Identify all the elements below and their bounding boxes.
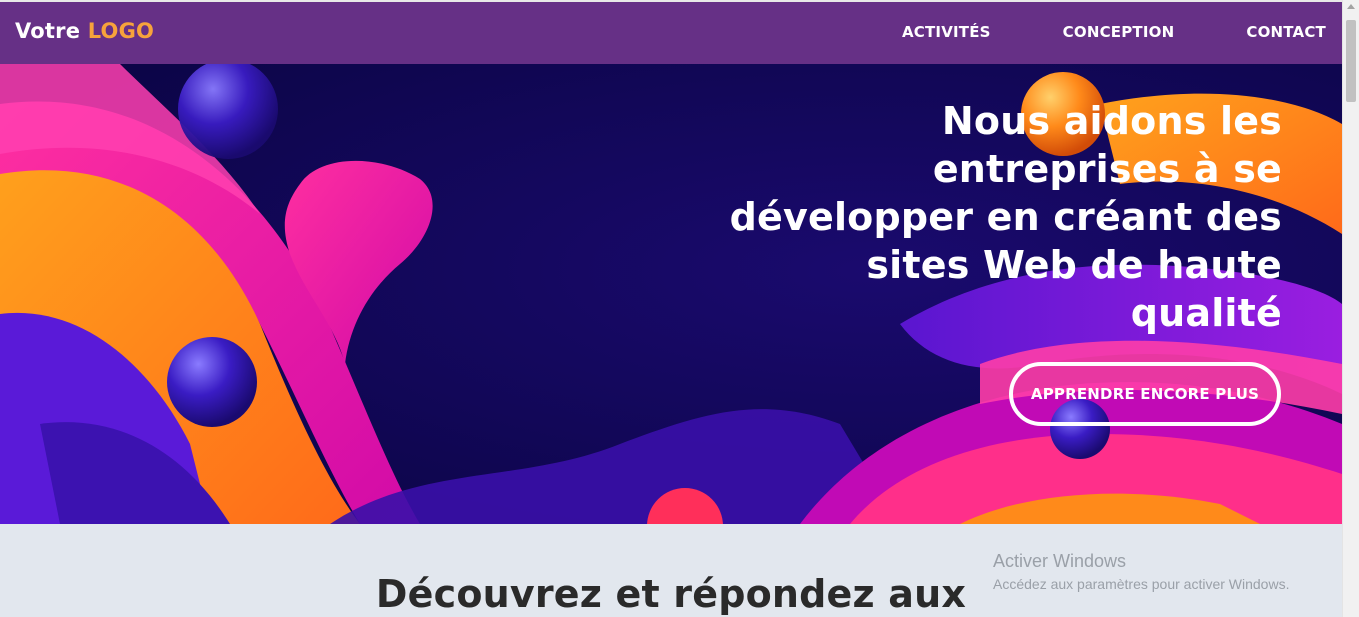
vertical-scrollbar[interactable] [1342,0,1359,617]
nav-link-activites[interactable]: ACTIVITÉS [902,23,991,41]
nav-link-contact[interactable]: CONTACT [1246,23,1326,41]
logo-prefix: Votre [15,19,81,43]
page: Votre LOGO ACTIVITÉS CONCEPTION CONTACT [0,0,1342,617]
watermark-subtitle: Accédez aux paramètres pour activer Wind… [993,576,1290,592]
hero-banner: Nous aidons les entreprises à se dévelop… [0,64,1342,524]
windows-activation-watermark: Activer Windows Accédez aux paramètres p… [993,551,1289,592]
watermark-title: Activer Windows [993,551,1127,571]
scroll-up-arrow-icon[interactable] [1347,4,1355,9]
scrollbar-thumb[interactable] [1346,20,1356,102]
hero-headline: Nous aidons les entreprises à se dévelop… [729,99,1282,335]
intro-section: Découvrez et répondez aux Activer Window… [0,524,1342,617]
logo-accent: LOGO [87,19,155,43]
top-navigation-bar: Votre LOGO ACTIVITÉS CONCEPTION CONTACT [0,0,1342,64]
site-logo[interactable]: Votre LOGO [15,19,154,43]
learn-more-button[interactable]: APPRENDRE ENCORE PLUS [1009,362,1281,426]
main-nav: ACTIVITÉS CONCEPTION CONTACT [830,23,1326,41]
nav-link-conception[interactable]: CONCEPTION [1063,23,1175,41]
